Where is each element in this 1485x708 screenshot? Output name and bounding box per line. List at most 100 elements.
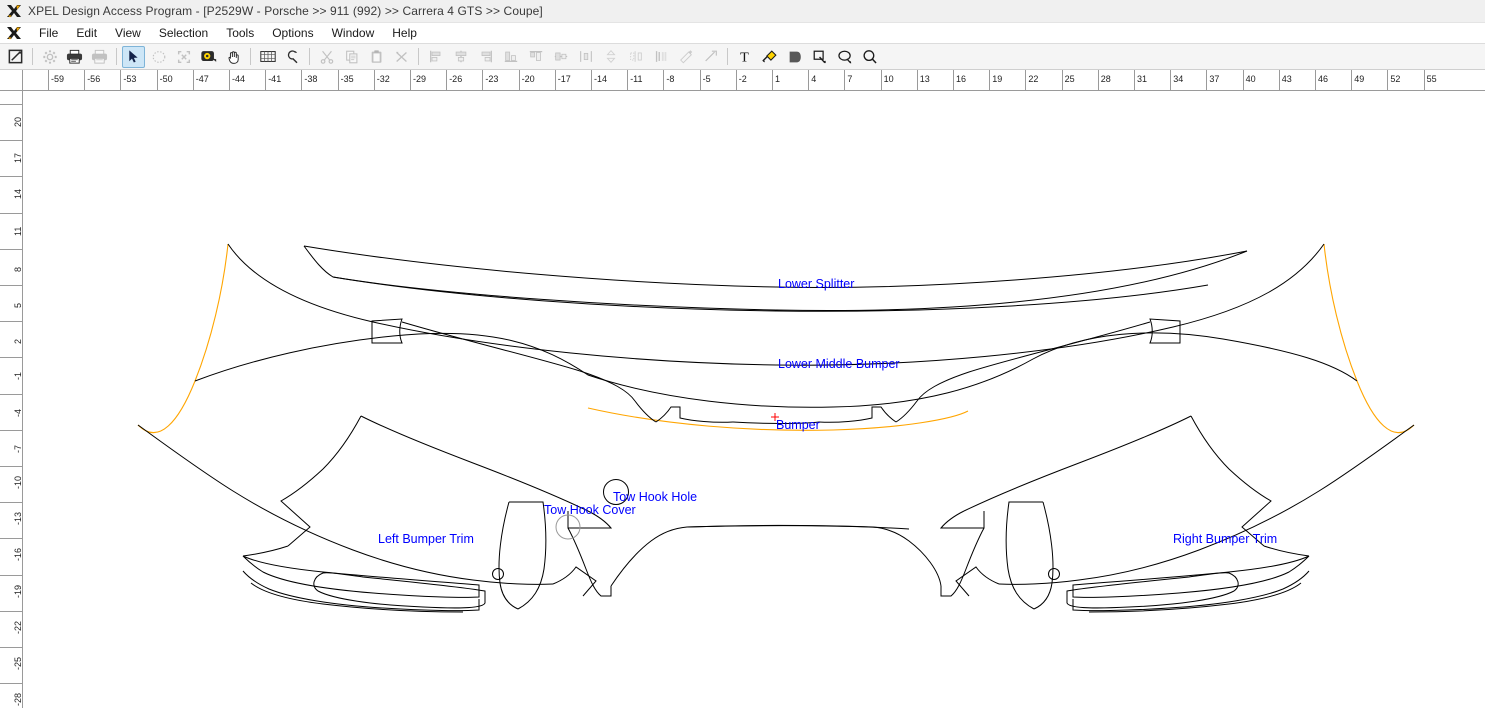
menu-view[interactable]: View <box>106 24 150 42</box>
toolbar-measure[interactable] <box>197 46 220 68</box>
toolbar-align-center-h <box>449 46 472 68</box>
v-ruler-tick: 8 <box>0 248 22 285</box>
toolbar-pen-tool[interactable] <box>758 46 781 68</box>
h-ruler-tick: 28 <box>1097 70 1111 90</box>
menu-edit[interactable]: Edit <box>67 24 106 42</box>
toolbar-text-tool[interactable]: T <box>733 46 756 68</box>
splitter-left-notch-tail[interactable] <box>401 321 657 423</box>
v-ruler-tick: -19 <box>0 574 22 611</box>
menu-tools[interactable]: Tools <box>217 24 263 42</box>
h-ruler-tick: -26 <box>446 70 462 90</box>
h-ruler-tick: 49 <box>1351 70 1364 90</box>
toolbar-copy <box>340 46 363 68</box>
toolbar-pan[interactable] <box>222 46 245 68</box>
toolbar-zoom-rectangle[interactable] <box>808 46 831 68</box>
center-valance-floor-line[interactable] <box>686 525 910 530</box>
left-bumper-trim-divider2[interactable] <box>509 501 547 610</box>
toolbar-paste <box>365 46 388 68</box>
vertical-ruler[interactable]: 20 17 14 11 8 5 2 -1 -4 -7 -10 -13 -16 -19 -22 -25 -28 <box>0 91 23 708</box>
h-ruler-tick: 25 <box>1061 70 1075 90</box>
text-tool-icon: T <box>736 48 753 65</box>
highlight-edge-left[interactable] <box>137 243 229 434</box>
right-bumper-panel-tail[interactable] <box>1263 545 1310 557</box>
left-bumper-trim-divider[interactable] <box>498 501 519 610</box>
horizontal-ruler[interactable]: -59 -56 -53 -50 -47 -44 -41 -38 -35 -32 -29 -26 -23 -… <box>23 70 1485 91</box>
right-bumper-upper-panel-left[interactable] <box>939 510 985 529</box>
right-bumper-upper-panel-top[interactable] <box>963 415 1192 512</box>
part-label-left-bumper-trim[interactable]: Left Bumper Trim <box>378 532 474 546</box>
trim-path-icon <box>703 49 719 64</box>
right-bumper-upper-panel[interactable] <box>1190 415 1272 547</box>
print-preview-icon <box>90 48 109 65</box>
part-label-right-bumper-trim[interactable]: Right Bumper Trim <box>1173 532 1277 546</box>
lower-middle-bumper-bottom[interactable] <box>194 332 1358 408</box>
zoom-out-icon <box>837 49 853 65</box>
h-ruler-tick: 16 <box>953 70 966 90</box>
toolbar-distribute-v <box>599 46 622 68</box>
align-center-horizontal-icon <box>453 49 469 64</box>
center-lower-valance[interactable] <box>567 527 612 597</box>
part-label-lower-splitter[interactable]: Lower Splitter <box>778 277 854 291</box>
h-ruler-tick: 22 <box>1025 70 1038 90</box>
toolbar-zoom-out[interactable] <box>833 46 856 68</box>
right-bumper-trim-divider[interactable] <box>1033 501 1054 610</box>
right-outer-shoulder[interactable] <box>955 566 1000 597</box>
splitter-right-step[interactable] <box>818 406 897 423</box>
right-bumper-body[interactable] <box>998 424 1415 585</box>
center-valance-floor[interactable] <box>610 525 942 587</box>
right-fastener-hole[interactable] <box>1048 568 1060 580</box>
measure-tape-icon <box>200 48 218 65</box>
toolbar-mirror-h <box>624 46 647 68</box>
h-ruler-tick: 1 <box>772 70 780 90</box>
v-ruler-tick-label: 2 <box>13 339 23 345</box>
part-label-bumper[interactable]: Bumper <box>776 418 820 432</box>
splitter-right-notch-tail[interactable] <box>895 321 1151 423</box>
h-ruler-tick: 7 <box>844 70 852 90</box>
menu-selection[interactable]: Selection <box>150 24 217 42</box>
toolbar-rotate <box>649 46 672 68</box>
left-bumper-upper-panel-top[interactable] <box>360 415 589 512</box>
h-ruler-tick: -35 <box>337 70 354 90</box>
right-bumper-trim-divider2[interactable] <box>1005 501 1043 610</box>
toolbar-fill-shape[interactable] <box>783 46 806 68</box>
align-bottom-icon <box>503 49 519 64</box>
left-bumper-upper-panel[interactable] <box>280 415 362 547</box>
design-canvas[interactable]: Lower Splitter Lower Middle Bumper Bumper T… <box>23 91 1485 708</box>
part-label-tow-hook-cover[interactable]: Tow Hook Cover <box>544 503 636 517</box>
lower-middle-bumper-top[interactable] <box>227 243 1325 366</box>
align-right-icon <box>478 49 494 64</box>
toolbar-fit-to-screen <box>172 46 195 68</box>
h-ruler-tick: -41 <box>265 70 281 90</box>
toolbar-select-tool[interactable] <box>122 45 145 68</box>
toolbar-print[interactable] <box>63 46 86 68</box>
h-ruler-tick: -5 <box>699 70 711 90</box>
vehicle-template-drawing[interactable]: Lower Splitter Lower Middle Bumper Bumper T… <box>23 91 1485 708</box>
left-bumper-body[interactable] <box>137 424 554 585</box>
left-fastener-hole[interactable] <box>492 568 504 580</box>
h-ruler-tick: -53 <box>120 70 136 90</box>
v-ruler-tick-label: 5 <box>13 302 23 308</box>
menu-file[interactable]: File <box>30 24 67 42</box>
h-ruler-tick: -17 <box>554 70 571 90</box>
grid-snap-icon <box>259 49 277 64</box>
left-bumper-panel-tail[interactable] <box>242 545 289 557</box>
part-label-group: Lower Splitter Lower Middle Bumper Bumper T… <box>378 277 1277 546</box>
h-ruler-tick: -23 <box>482 70 498 90</box>
menu-help[interactable]: Help <box>383 24 426 42</box>
center-lower-valance-right[interactable] <box>940 527 985 597</box>
lower-splitter-outline[interactable] <box>303 245 1248 288</box>
toolbar-zoom-in[interactable] <box>858 46 881 68</box>
v-ruler-tick: -13 <box>0 502 22 538</box>
toolbar-grid-snap[interactable] <box>256 46 279 68</box>
left-outer-shoulder[interactable] <box>552 566 597 597</box>
toolbar-new-design[interactable] <box>4 46 27 68</box>
h-ruler-tick: -44 <box>229 70 245 90</box>
menu-options[interactable]: Options <box>263 24 322 42</box>
part-label-tow-hook-hole[interactable]: Tow Hook Hole <box>613 490 697 504</box>
toolbar-node-edit[interactable] <box>281 46 304 68</box>
part-label-lower-middle-bumper[interactable]: Lower Middle Bumper <box>778 357 900 371</box>
menu-window[interactable]: Window <box>323 24 384 42</box>
highlight-edge-right[interactable] <box>1323 243 1415 434</box>
lower-splitter-inner[interactable] <box>303 245 1248 312</box>
splitter-left-step[interactable] <box>655 406 734 423</box>
